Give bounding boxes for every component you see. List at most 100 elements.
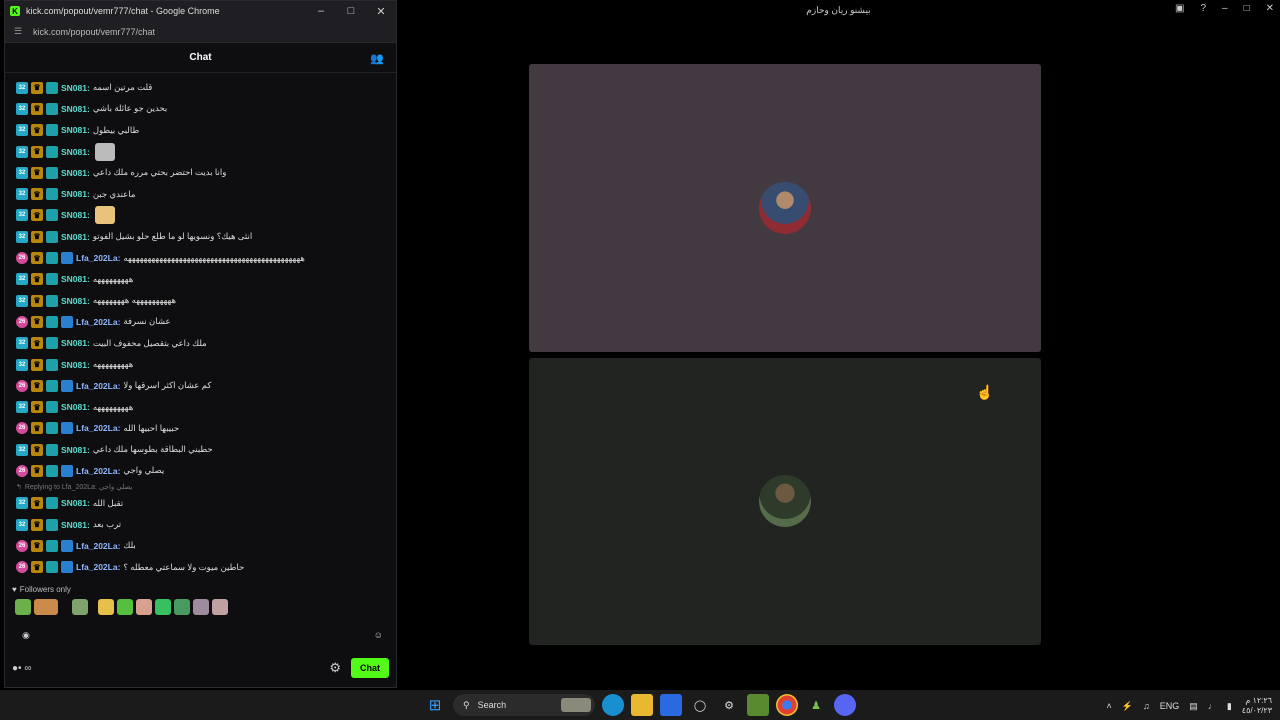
tab-search-icon[interactable]: ▣	[1175, 3, 1184, 14]
chat-username[interactable]: SN081:	[61, 232, 90, 242]
chat-username[interactable]: SN081:	[61, 498, 90, 508]
emote[interactable]	[117, 599, 133, 615]
emote[interactable]	[72, 599, 88, 615]
chat-username[interactable]: Lfa_202La:	[76, 317, 120, 327]
chat-message[interactable]: 26 ♛ Lfa_202La: حاطين ميوت ولا سماعتي معطله…	[5, 557, 396, 577]
chat-username[interactable]: SN081:	[61, 520, 90, 530]
chat-username[interactable]: SN081:	[61, 125, 90, 135]
chevron-up-icon[interactable]: ˄	[1107, 701, 1112, 711]
chat-message[interactable]: 32 ♛ SN081: حطبني البطاقة بطوسها ملك داعي	[5, 439, 396, 460]
help-icon[interactable]: ?	[1200, 3, 1206, 14]
chat-message[interactable]: 32 ♛ SN081: بحدين جو عائلة باشي	[5, 98, 396, 119]
emote[interactable]	[212, 599, 228, 615]
participant-tile-2[interactable]	[529, 358, 1041, 645]
emote[interactable]	[91, 599, 95, 615]
chat-message[interactable]: 32 ♛ SN081:	[5, 205, 396, 226]
users-icon[interactable]: 👥	[370, 52, 384, 65]
reply-arrow-icon: ↰	[16, 484, 22, 492]
chat-username[interactable]: SN081:	[61, 147, 90, 157]
volume-icon[interactable]: ♩	[1208, 701, 1217, 711]
chat-username[interactable]: Lfa_202La:	[76, 466, 120, 476]
emote[interactable]	[61, 599, 69, 615]
maximize-icon[interactable]: □	[1244, 3, 1250, 14]
minimize-icon[interactable]: –	[1222, 3, 1228, 14]
chat-username[interactable]: SN081:	[61, 445, 90, 455]
windows-start-icon[interactable]: ⊞	[424, 694, 446, 716]
chat-username[interactable]: SN081:	[61, 274, 90, 284]
chat-message[interactable]: 32 ♛ SN081:	[5, 141, 396, 162]
clock[interactable]: ١٢:٢٦ م ٤٥/٠٢/٢٣	[1242, 696, 1272, 716]
emote[interactable]	[98, 599, 114, 615]
chat-username[interactable]: SN081:	[61, 104, 90, 114]
chat-username[interactable]: SN081:	[61, 189, 90, 199]
chat-message[interactable]: 32 ♛ SN081: تقبل الله	[5, 493, 396, 514]
gear-icon[interactable]: ⚙	[329, 660, 341, 676]
chat-message-text: قلت مرتين اسمه	[92, 82, 153, 93]
address-bar[interactable]: ☰ kick.com/popout/vemr777/chat	[5, 21, 396, 43]
close-icon[interactable]: ✕	[1266, 3, 1274, 14]
chat-message[interactable]: 32 ♛ SN081: ترب بعد	[5, 514, 396, 535]
chat-username[interactable]: Lfa_202La:	[76, 381, 120, 391]
emote[interactable]	[174, 599, 190, 615]
chat-username[interactable]: SN081:	[61, 83, 90, 93]
minimize-icon[interactable]: –	[306, 5, 336, 17]
chat-message-list[interactable]: 32 ♛ SN081: قلت مرتين اسمه 32 ♛ SN081: بحدين جو…	[5, 77, 396, 577]
store-icon[interactable]	[660, 694, 682, 716]
chat-message[interactable]: 32 ♛ SN081: ههههههههههه ههههههههه	[5, 290, 396, 311]
chat-username[interactable]: Lfa_202La:	[76, 423, 120, 433]
chat-username[interactable]: SN081:	[61, 402, 90, 412]
maximize-icon[interactable]: □	[336, 5, 366, 17]
chat-username[interactable]: SN081:	[61, 338, 90, 348]
chat-message[interactable]: 26 ♛ Lfa_202La: عشان نسرفة	[5, 311, 396, 332]
network-icon[interactable]: ⚡	[1122, 701, 1133, 712]
chat-message[interactable]: 32 ♛ SN081: قلت مرتين اسمه	[5, 77, 396, 98]
chat-message[interactable]: 32 ♛ SN081: ماعندي جبن	[5, 183, 396, 204]
emote[interactable]	[15, 599, 31, 615]
microphone-icon[interactable]: ♫	[1143, 701, 1150, 711]
emote[interactable]	[155, 599, 171, 615]
emoji-icon[interactable]: ☺	[374, 630, 383, 640]
chat-username[interactable]: SN081:	[61, 296, 90, 306]
chat-input[interactable]: ◉ ☺	[12, 623, 389, 647]
edge-icon[interactable]	[602, 694, 624, 716]
chat-username[interactable]: Lfa_202La:	[76, 541, 120, 551]
points-icon[interactable]: ●• ∞	[12, 663, 329, 674]
camera-icon[interactable]: ◉	[22, 630, 30, 641]
app-icon[interactable]: ◯	[689, 694, 711, 716]
site-info-icon[interactable]: ☰	[9, 26, 27, 37]
emote[interactable]	[34, 599, 58, 615]
chat-message[interactable]: 32 ♛ SN081: طالبي بيطول	[5, 120, 396, 141]
chat-message[interactable]: 26 ♛ Lfa_202La: حبيبها احبيها الله	[5, 418, 396, 439]
app-icon[interactable]: ♟	[805, 694, 827, 716]
emote[interactable]	[193, 599, 209, 615]
battery-icon[interactable]: ▮	[1227, 701, 1232, 712]
file-explorer-icon[interactable]	[631, 694, 653, 716]
chat-message[interactable]: 32 ♛ SN081: ملك داعي بتقصيل محفوف البيت	[5, 333, 396, 354]
emote[interactable]	[136, 599, 152, 615]
nvidia-icon[interactable]	[747, 694, 769, 716]
chat-message[interactable]: 26 ♛ Lfa_202La: ههههههههههههههههههههههههههه…	[5, 247, 396, 268]
settings-app-icon[interactable]: ⚙	[718, 694, 740, 716]
chat-message[interactable]: 26 ♛ Lfa_202La: كم عشان اكثر اسرقها ولا	[5, 375, 396, 396]
chat-message[interactable]: 26 ♛ Lfa_202La: يصلي واجي	[5, 460, 396, 481]
close-icon[interactable]: ✕	[366, 5, 396, 18]
chat-username[interactable]: SN081:	[61, 360, 90, 370]
chat-message[interactable]: 32 ♛ SN081: هههههههههه	[5, 269, 396, 290]
chat-username[interactable]: SN081:	[61, 210, 90, 220]
chat-message[interactable]: 26 ♛ Lfa_202La: بلك	[5, 535, 396, 556]
participant-tile-1[interactable]	[529, 64, 1041, 352]
emote-strip[interactable]	[15, 599, 228, 615]
chat-username[interactable]: Lfa_202La:	[76, 253, 120, 263]
chat-message[interactable]: 32 ♛ SN081: وانا بديت احتضر بحتي مرره ملك د…	[5, 162, 396, 183]
chat-username[interactable]: Lfa_202La:	[76, 562, 120, 572]
chat-message[interactable]: 32 ♛ SN081: هههههههههه	[5, 354, 396, 375]
taskbar-search[interactable]: ⚲ Search	[453, 694, 595, 716]
chat-message[interactable]: 32 ♛ SN081: انثى هيك؟ ونسويها لو ما طلع حلو…	[5, 226, 396, 247]
chat-message[interactable]: 32 ♛ SN081: هههههههههه	[5, 396, 396, 417]
wifi-icon[interactable]: ▤	[1189, 701, 1198, 712]
chat-send-button[interactable]: Chat	[351, 658, 389, 678]
chrome-icon[interactable]	[776, 694, 798, 716]
discord-icon[interactable]	[834, 694, 856, 716]
chat-username[interactable]: SN081:	[61, 168, 90, 178]
language-indicator[interactable]: ENG	[1160, 701, 1180, 711]
